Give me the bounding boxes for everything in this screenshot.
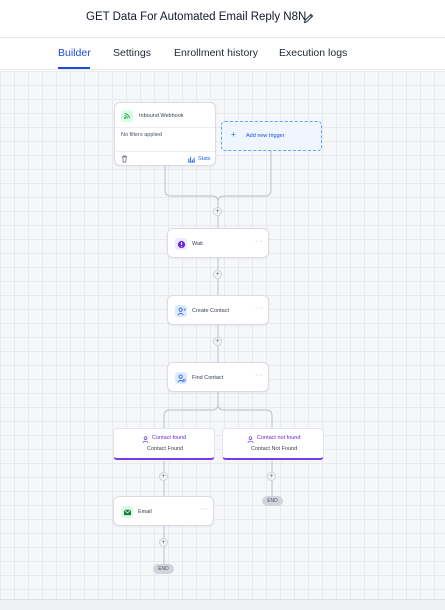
find-user-icon — [175, 372, 187, 384]
stats-icon[interactable] — [187, 155, 196, 163]
more-options-icon[interactable]: ··· — [255, 372, 264, 379]
add-step-button[interactable]: + — [213, 207, 222, 216]
tab-enrollment-history[interactable]: Enrollment history — [174, 47, 258, 59]
workflow-title: GET Data For Automated Email Reply N8N — [86, 11, 307, 23]
more-options-icon[interactable]: ··· — [200, 506, 209, 513]
add-step-button[interactable]: + — [159, 538, 168, 547]
add-step-button[interactable]: + — [159, 472, 168, 481]
step-find-contact[interactable]: Find Contact ··· — [167, 362, 269, 392]
divider — [115, 151, 215, 152]
branch-title: Contact found — [152, 435, 187, 441]
canvas-scrollbar[interactable] — [0, 599, 445, 610]
tab-builder[interactable]: Builder — [58, 47, 91, 59]
add-trigger-label: Add new trigger — [246, 133, 285, 139]
active-tab-indicator — [58, 67, 90, 69]
step-create-contact[interactable]: Create Contact ··· — [167, 295, 269, 325]
branch-subtitle: Contact Not Found — [251, 446, 298, 452]
tab-execution-logs[interactable]: Execution logs — [279, 47, 347, 59]
step-wait[interactable]: Wait ··· — [167, 228, 269, 258]
clock-icon — [175, 238, 187, 250]
step-label: Wait — [192, 241, 203, 247]
pencil-icon[interactable] — [302, 12, 315, 25]
end-marker: END — [262, 496, 283, 506]
add-trigger-button[interactable]: + Add new trigger — [221, 121, 322, 151]
step-label: Email — [138, 509, 152, 515]
step-email[interactable]: Email ··· — [113, 496, 214, 526]
end-marker: END — [153, 564, 174, 574]
trash-icon[interactable] — [121, 155, 128, 163]
branch-subtitle: Contact Found — [147, 446, 184, 452]
branch-contact-found[interactable]: Contact found Contact Found — [113, 428, 215, 460]
webhook-icon — [121, 110, 133, 122]
user-icon — [142, 436, 149, 443]
filter-text: No filters applied — [121, 132, 162, 138]
stats-link[interactable]: Stats — [198, 156, 211, 162]
app-header: GET Data For Automated Email Reply N8N — [0, 0, 445, 38]
step-label: Find Contact — [192, 375, 224, 381]
trigger-card[interactable]: Inbound Webhook No filters applied Stats — [114, 102, 216, 166]
divider — [115, 127, 215, 128]
more-options-icon[interactable]: ··· — [255, 238, 264, 245]
tab-settings[interactable]: Settings — [113, 47, 151, 59]
tab-bar: Builder Settings Enrollment history Exec… — [0, 38, 445, 70]
trigger-label: Inbound Webhook — [139, 113, 184, 119]
user-icon — [247, 436, 254, 443]
add-step-button[interactable]: + — [213, 270, 222, 279]
branch-contact-not-found[interactable]: Contact not found Contact Not Found — [222, 428, 324, 460]
branch-title: Contact not found — [257, 435, 301, 441]
plus-icon: + — [231, 130, 236, 139]
email-icon — [121, 506, 133, 518]
add-step-button[interactable]: + — [213, 337, 222, 346]
step-label: Create Contact — [192, 308, 229, 314]
add-user-icon — [175, 305, 187, 317]
add-step-button[interactable]: + — [267, 472, 276, 481]
more-options-icon[interactable]: ··· — [255, 305, 264, 312]
